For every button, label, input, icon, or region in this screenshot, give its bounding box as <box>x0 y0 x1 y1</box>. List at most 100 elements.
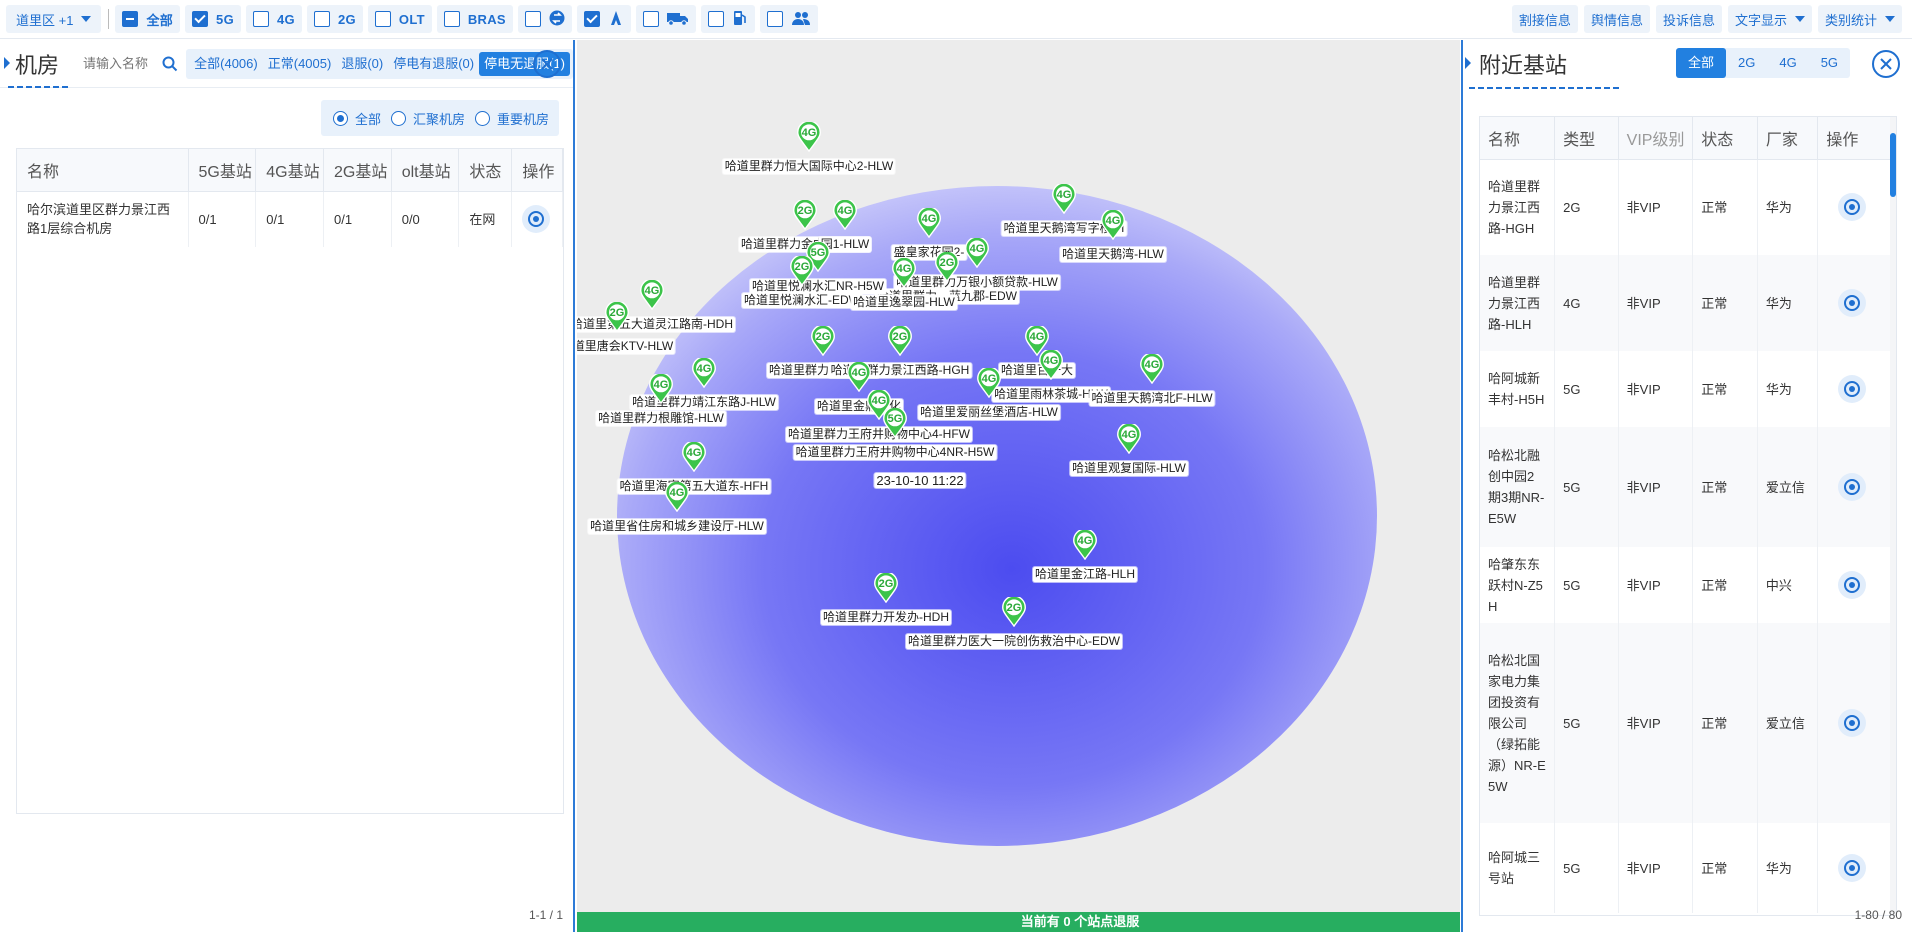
station-type-label: 2G <box>1006 602 1022 614</box>
tab-5G[interactable]: 5G <box>1809 48 1850 78</box>
checkbox[interactable] <box>122 11 139 27</box>
district-label: 道里区 +1 <box>16 12 74 28</box>
filter-2g-toggle[interactable]: 2G <box>306 5 363 33</box>
filter-olt-toggle[interactable]: OLT <box>367 5 432 33</box>
table-row[interactable]: 哈肇东东跃村N-Z5H 5G 非VIP 正常 中兴 <box>1480 547 1896 623</box>
station-name-label: 哈道里群力王府井购物中心4-HFW <box>786 427 972 442</box>
complaint-info-button[interactable]: 投诉信息 <box>1655 5 1722 33</box>
room-type-radio-0[interactable]: 全部 <box>332 109 381 128</box>
checkbox[interactable] <box>253 11 269 27</box>
text-display-dropdown[interactable]: 文字显示 <box>1727 5 1812 33</box>
locate-icon <box>1844 199 1861 216</box>
table-row[interactable]: 哈松北国家电力集团投资有限公司（绿拓能源）NR-E5W 5G 非VIP 正常 爱立信 <box>1480 623 1896 823</box>
station-type-label: 4G <box>981 373 997 385</box>
filter-people-toggle[interactable] <box>759 5 818 33</box>
status-filter-0[interactable]: 全部(4006) <box>189 52 263 76</box>
tab-2G[interactable]: 2G <box>1726 48 1767 78</box>
checkbox[interactable] <box>443 11 460 27</box>
filter-exchange-toggle[interactable] <box>517 5 572 33</box>
station-type-label: 4G <box>801 127 817 139</box>
radio-dot[interactable] <box>332 110 348 126</box>
cell-name: 哈松北国家电力集团投资有限公司（绿拓能源）NR-E5W <box>1480 623 1556 823</box>
scrollbar-track[interactable] <box>1890 117 1896 915</box>
close-panel-button[interactable] <box>1872 50 1900 78</box>
filter-bras-toggle[interactable]: BRAS <box>436 5 513 33</box>
checkbox[interactable] <box>707 11 724 27</box>
locate-button[interactable] <box>1838 854 1867 882</box>
cell-action <box>1817 623 1896 823</box>
close-panel-button[interactable] <box>533 50 561 78</box>
filter-5g-toggle[interactable]: 5G <box>185 5 241 33</box>
table-row[interactable]: 哈尔滨道里区群力景江西路1层综合机房 0/1 0/1 0/1 0/0 在网 <box>17 191 563 247</box>
cell-status: 正常 <box>1692 351 1758 427</box>
cell-vendor: 华为 <box>1757 351 1819 427</box>
cell-name: 哈肇东东跃村N-Z5H <box>1480 547 1556 623</box>
room-type-radio-2[interactable]: 重要机房 <box>474 109 549 128</box>
table-row[interactable]: 哈阿城三号站 5G 非VIP 正常 华为 <box>1480 823 1896 913</box>
scrollbar-thumb[interactable] <box>1890 133 1896 197</box>
tab-4G[interactable]: 4G <box>1767 48 1808 78</box>
locate-button[interactable] <box>1838 289 1867 317</box>
cell-vip: 非VIP <box>1618 159 1694 255</box>
filter-4g-toggle[interactable]: 4G <box>246 5 302 33</box>
radio-dot[interactable] <box>390 110 406 126</box>
locate-icon <box>1844 577 1861 593</box>
table-row[interactable]: 哈阿城新丰村-H5H 5G 非VIP 正常 华为 <box>1480 351 1896 427</box>
cell-action <box>1817 159 1896 255</box>
public-opinion-button[interactable]: 舆情信息 <box>1583 5 1650 33</box>
cell-type: 5G <box>1554 351 1619 427</box>
table-row[interactable]: 哈松北融创中园2期3期NR-E5W 5G 非VIP 正常 爱立信 <box>1480 427 1896 547</box>
cell-vendor: 华为 <box>1757 823 1819 913</box>
station-type-label: 4G <box>921 213 937 225</box>
table-row[interactable]: 哈道里群力景江西路-HGH 2G 非VIP 正常 华为 <box>1480 159 1896 255</box>
status-filter-2[interactable]: 退服(0) <box>336 52 388 76</box>
column-header: 状态 <box>458 149 513 192</box>
station-type-label: 4G <box>669 487 685 499</box>
station-name-label: 哈道里省住房和城乡建设厅-HLW <box>588 519 766 534</box>
cutover-info-button[interactable]: 割接信息 <box>1511 5 1578 33</box>
checkbox[interactable] <box>583 11 600 27</box>
locate-button[interactable] <box>1838 709 1867 737</box>
fuel-icon <box>732 10 748 29</box>
checkbox[interactable] <box>766 11 783 27</box>
column-header: 厂家 <box>1757 117 1819 160</box>
status-filter-3[interactable]: 停电有退服(0) <box>388 52 479 76</box>
table-header-row: 名称 类型 VIP级别 状态 厂家 操作 <box>1480 117 1896 160</box>
filter-truck-toggle[interactable] <box>635 5 696 33</box>
station-name-label: 哈道里逸翠园-HLW <box>851 295 957 310</box>
filter-tower-toggle[interactable] <box>576 5 631 33</box>
checkbox[interactable] <box>192 11 209 27</box>
locate-button[interactable] <box>1838 473 1867 501</box>
locate-button[interactable] <box>1838 571 1867 599</box>
cell-vip: 非VIP <box>1618 547 1694 623</box>
cell-vip: 非VIP <box>1618 823 1694 913</box>
filter-全部-toggle[interactable]: 全部 <box>115 5 181 33</box>
filter-fuel-toggle[interactable] <box>700 5 755 33</box>
checkbox[interactable] <box>642 11 659 27</box>
checkbox[interactable] <box>313 11 330 27</box>
radio-dot[interactable] <box>474 110 490 126</box>
search-box <box>83 49 179 79</box>
room-type-radio-1[interactable]: 汇聚机房 <box>390 109 465 128</box>
checkbox[interactable] <box>524 11 541 27</box>
cell-status: 正常 <box>1692 427 1758 547</box>
table-row[interactable]: 哈道里群力景江西路-HLH 4G 非VIP 正常 华为 <box>1480 255 1896 351</box>
cell-vip: 非VIP <box>1618 351 1694 427</box>
category-stats-dropdown[interactable]: 类别统计 <box>1817 5 1902 33</box>
station-name-label: 哈道里爱丽丝堡酒店-HLW <box>918 405 1060 420</box>
cell-type: 5G <box>1554 427 1619 547</box>
cell-type: 5G <box>1554 823 1619 913</box>
map-view[interactable]: 4G 哈道里群力恒大国际中心2-HLW 2G 哈道里群力金中环-EDW 4G 园1-HLW… <box>577 40 1460 912</box>
station-name-label: 哈道里第五大道灵江路南-HDH <box>577 317 735 332</box>
district-select[interactable]: 道里区 +1 <box>6 5 102 33</box>
locate-button[interactable] <box>522 205 551 234</box>
locate-button[interactable] <box>1838 375 1867 403</box>
station-type-label: 4G <box>969 243 985 255</box>
status-filter-1[interactable]: 正常(4005) <box>263 52 337 76</box>
locate-button[interactable] <box>1838 193 1867 222</box>
cutover-info-label: 割接信息 <box>1518 12 1571 28</box>
tab-全部[interactable]: 全部 <box>1676 48 1727 78</box>
station-type-label: 4G <box>1056 189 1072 201</box>
checkbox[interactable] <box>374 11 391 27</box>
search-icon[interactable] <box>162 56 178 72</box>
